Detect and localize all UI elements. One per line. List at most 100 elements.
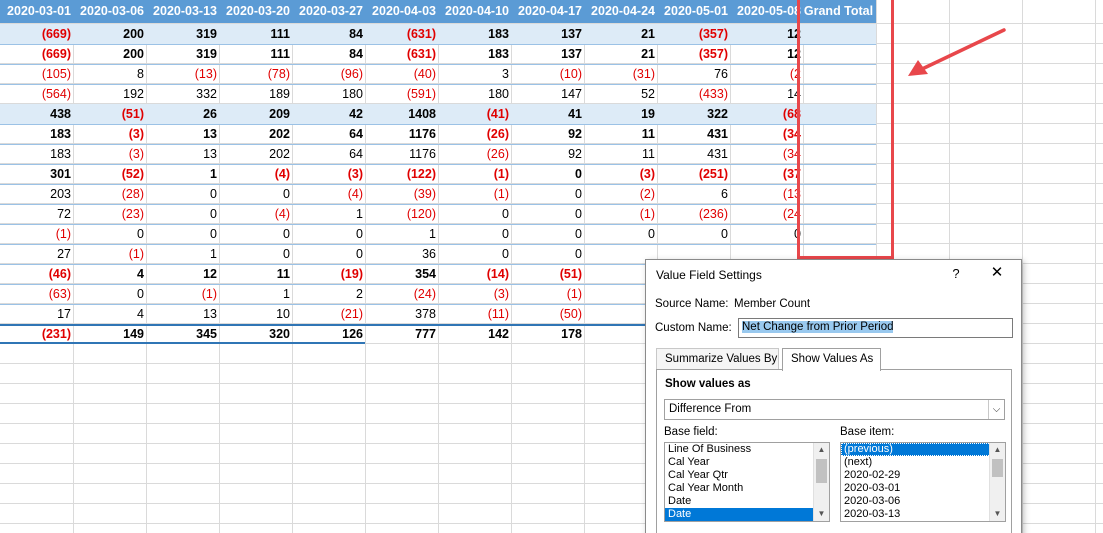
pivot-cell[interactable]: 322 [657,104,730,124]
pivot-cell[interactable]: 202 [219,144,292,164]
pivot-cell[interactable]: 1408 [365,104,438,124]
pivot-row[interactable]: (669) 200 319 111 84 (631) 183 137 21 (357) 12 [0,44,876,64]
pivot-cell[interactable]: 26 [146,104,219,124]
pivot-cell[interactable]: 6 [657,184,730,204]
pivot-cell[interactable]: 21 [584,44,657,64]
scroll-down-icon[interactable]: ▼ [814,507,829,521]
pivot-cell[interactable]: (631) [365,44,438,64]
pivot-cell[interactable]: 0 [292,244,365,264]
pivot-cell[interactable]: 320 [219,324,292,344]
pivot-cell[interactable]: 0 [219,244,292,264]
pivot-cell[interactable]: (26) [438,124,511,144]
pivot-cell[interactable]: 76 [657,64,730,84]
pivot-cell[interactable]: 126 [292,324,365,344]
pivot-cell[interactable]: 14 [730,84,803,104]
pivot-cell[interactable]: (1) [0,224,73,244]
pivot-cell[interactable]: 202 [219,124,292,144]
pivot-cell[interactable]: (236) [657,204,730,224]
pivot-cell[interactable]: 4 [73,304,146,324]
pivot-cell[interactable]: (51) [511,264,584,284]
base-item-option[interactable]: (next) [841,456,1005,469]
pivot-cell[interactable]: (13) [146,64,219,84]
pivot-cell[interactable]: (14) [438,264,511,284]
pivot-cell[interactable]: 13 [146,124,219,144]
pivot-cell[interactable]: (96) [292,64,365,84]
pivot-cell[interactable]: (4) [292,184,365,204]
column-header[interactable]: 2020-04-10 [438,0,511,23]
pivot-row[interactable]: 183 (3) 13 202 64 1176 (26) 92 11 431 (34 [0,124,876,144]
pivot-cell[interactable]: 11 [584,144,657,164]
pivot-cell[interactable]: (564) [0,84,73,104]
column-header[interactable]: 2020-05-01 [657,0,730,23]
pivot-row[interactable]: 203 (28) 0 0 (4) (39) (1) 0 (2) 6 (13 [0,184,876,204]
pivot-cell[interactable]: 1176 [365,144,438,164]
pivot-cell[interactable]: 378 [365,304,438,324]
pivot-cell[interactable]: 332 [146,84,219,104]
help-button[interactable]: ? [948,266,964,281]
pivot-row[interactable]: 438 (51) 26 209 42 1408 (41) 41 19 322 (68 [0,104,876,124]
pivot-cell[interactable]: (46) [0,264,73,284]
pivot-cell[interactable]: 319 [146,44,219,64]
pivot-cell[interactable]: 13 [146,304,219,324]
pivot-cell[interactable]: 27 [0,244,73,264]
column-header[interactable]: 2020-03-27 [292,0,365,23]
close-button[interactable]: ✕ [986,263,1008,283]
base-field-option[interactable]: Cal Year Month [665,482,829,495]
pivot-cell[interactable]: (631) [365,24,438,44]
pivot-cell[interactable]: (41) [438,104,511,124]
pivot-cell[interactable]: 0 [219,184,292,204]
scroll-down-icon[interactable]: ▼ [990,507,1005,521]
base-field-option[interactable]: Cal Year Qtr [665,469,829,482]
pivot-cell[interactable]: 8 [73,64,146,84]
pivot-cell[interactable]: 17 [0,304,73,324]
pivot-cell[interactable]: 438 [0,104,73,124]
pivot-cell[interactable]: 64 [292,144,365,164]
pivot-cell[interactable]: 0 [511,184,584,204]
pivot-cell[interactable]: (3) [73,124,146,144]
column-header[interactable]: 2020-03-20 [219,0,292,23]
pivot-cell[interactable]: 431 [657,144,730,164]
column-header[interactable]: 2020-03-13 [146,0,219,23]
pivot-cell[interactable]: 84 [292,44,365,64]
pivot-cell[interactable]: (1) [438,164,511,184]
pivot-cell[interactable]: (231) [0,324,73,344]
pivot-cell[interactable]: 1 [146,244,219,264]
pivot-cell[interactable]: 147 [511,84,584,104]
pivot-cell[interactable]: 0 [511,224,584,244]
pivot-cell[interactable]: 111 [219,44,292,64]
pivot-cell[interactable]: 301 [0,164,73,184]
custom-name-input[interactable]: Net Change from Prior Period [738,318,1013,338]
pivot-cell[interactable]: (31) [584,64,657,84]
pivot-cell[interactable]: 0 [438,204,511,224]
pivot-cell[interactable]: 1 [292,204,365,224]
pivot-cell[interactable]: (24 [730,204,803,224]
tab-summarize-values-by[interactable]: Summarize Values By [656,348,779,370]
pivot-cell[interactable]: 0 [584,224,657,244]
pivot-cell[interactable]: 180 [438,84,511,104]
pivot-cell[interactable]: 1 [365,224,438,244]
pivot-row[interactable]: (669) 200 319 111 84 (631) 183 137 21 (357) 12 [0,24,876,44]
pivot-cell[interactable]: (28) [73,184,146,204]
pivot-cell[interactable]: (105) [0,64,73,84]
column-header[interactable]: 2020-04-17 [511,0,584,23]
pivot-cell[interactable]: (68 [730,104,803,124]
pivot-cell[interactable]: 137 [511,24,584,44]
pivot-cell[interactable]: 72 [0,204,73,224]
pivot-cell[interactable]: 84 [292,24,365,44]
pivot-cell[interactable]: 137 [511,44,584,64]
pivot-cell[interactable]: 21 [584,24,657,44]
pivot-cell[interactable]: 178 [511,324,584,344]
pivot-cell[interactable]: 111 [219,24,292,44]
pivot-row[interactable]: 183 (3) 13 202 64 1176 (26) 92 11 431 (34 [0,144,876,164]
pivot-cell[interactable]: (1) [146,284,219,304]
scroll-thumb[interactable] [816,459,827,483]
pivot-cell[interactable]: 431 [657,124,730,144]
pivot-cell[interactable]: 183 [0,144,73,164]
pivot-cell[interactable]: 777 [365,324,438,344]
column-header[interactable]: 2020-04-24 [584,0,657,23]
pivot-cell[interactable]: (19) [292,264,365,284]
pivot-cell[interactable]: 1176 [365,124,438,144]
pivot-cell[interactable]: 0 [511,204,584,224]
pivot-cell[interactable]: 42 [292,104,365,124]
base-item-option[interactable]: 2020-02-29 [841,469,1005,482]
